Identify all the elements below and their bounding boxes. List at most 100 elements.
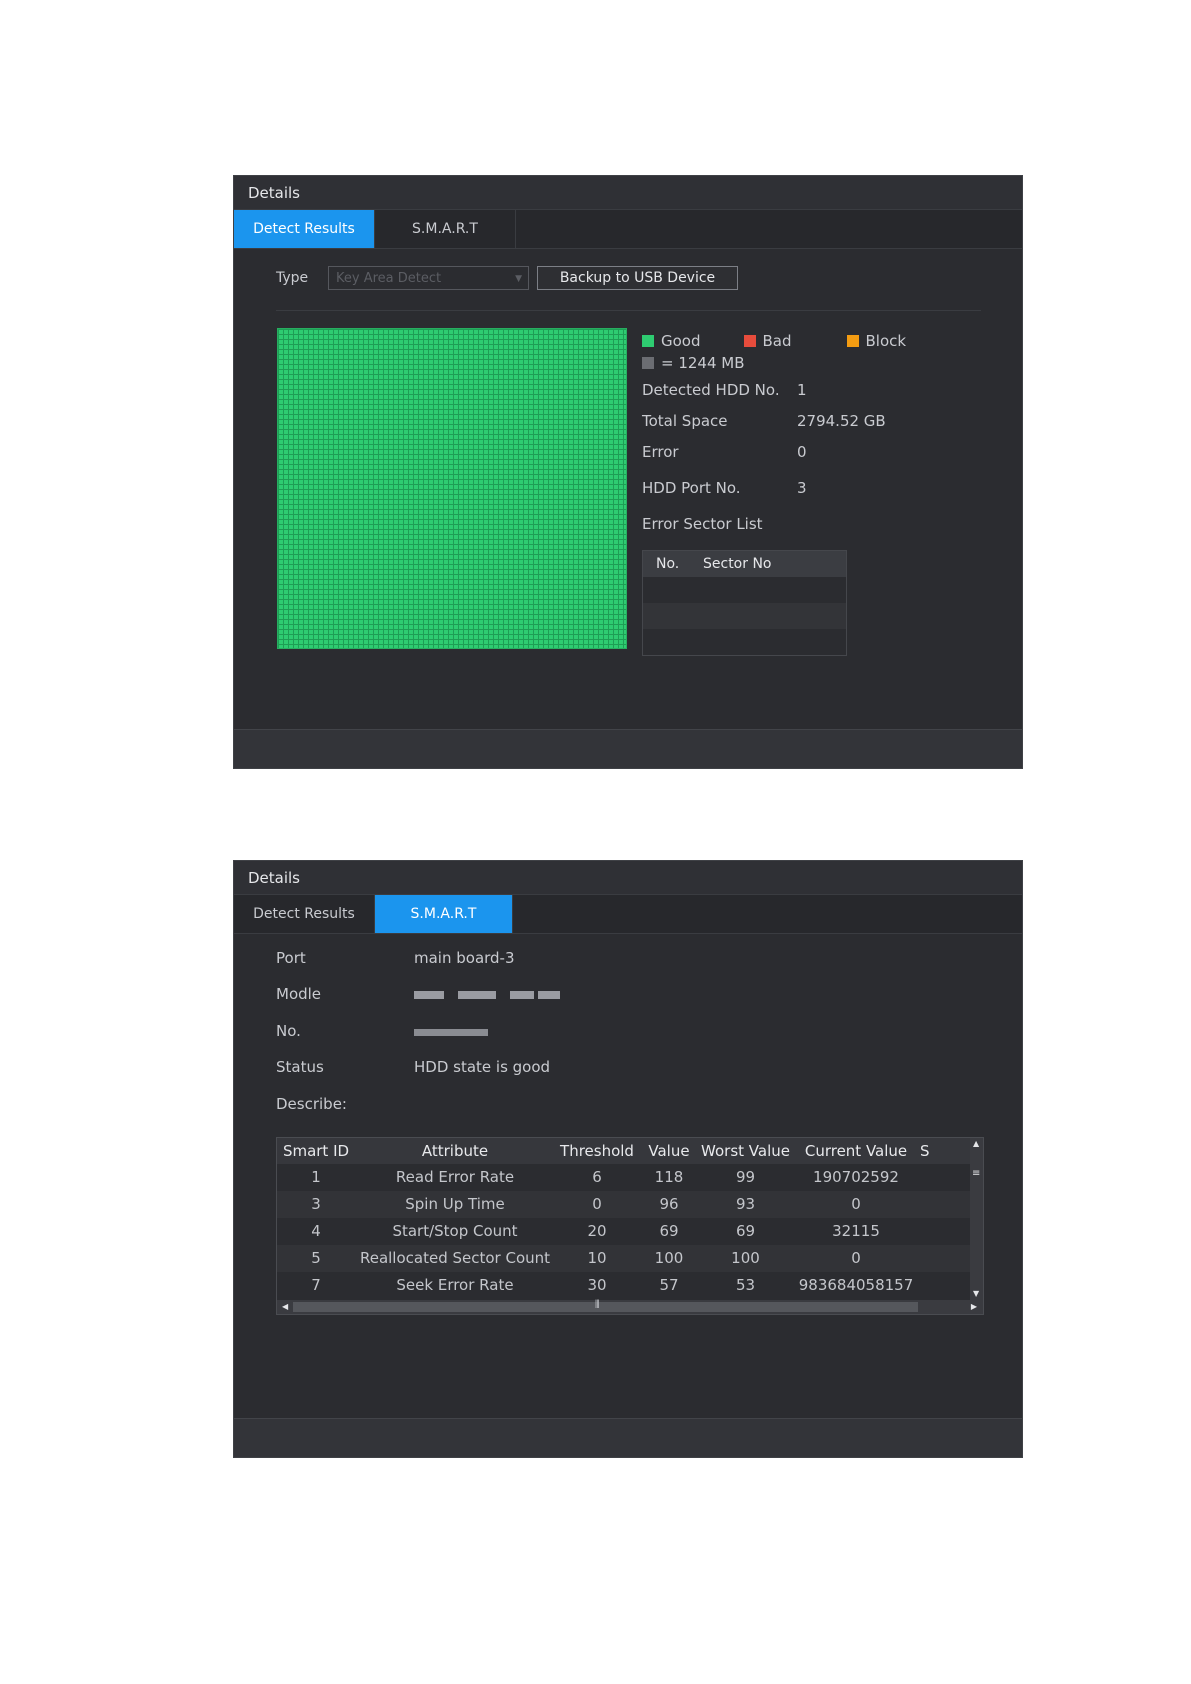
model-label: Modle: [276, 985, 322, 1003]
cell: 96: [659, 1195, 679, 1213]
col-status: S: [920, 1142, 930, 1160]
tab-smart[interactable]: S.M.A.R.T: [375, 210, 516, 248]
cell: Start/Stop Count: [392, 1222, 518, 1240]
legend-good: Good: [661, 332, 701, 350]
cell: 983684058157: [798, 1276, 914, 1294]
scroll-right-icon[interactable]: ▶: [971, 1303, 977, 1311]
smart-table: Smart ID Attribute Threshold Value Worst…: [276, 1137, 984, 1315]
col-smart-id: Smart ID: [282, 1142, 350, 1160]
dialog-title: Details: [234, 861, 1022, 895]
unit-swatch-icon: [642, 357, 654, 369]
status-row: Status HDD state is good: [276, 1058, 550, 1076]
scroll-thumb[interactable]: [293, 1302, 918, 1312]
table-row[interactable]: 5 Reallocated Sector Count 10 100 100 0: [277, 1245, 983, 1272]
info-key: Error: [642, 443, 679, 461]
info-total-space: Total Space 2794.52 GB: [642, 412, 886, 430]
legend-block: Block: [865, 332, 907, 350]
good-swatch-icon: [642, 335, 654, 347]
table-row[interactable]: [643, 577, 846, 603]
tab-detect-results[interactable]: Detect Results: [234, 210, 375, 248]
type-select[interactable]: Key Area Detect ▼: [328, 266, 529, 290]
info-key: HDD Port No.: [642, 479, 741, 497]
table-row[interactable]: [643, 603, 846, 629]
status-label: Status: [276, 1058, 324, 1076]
cell: 5: [311, 1249, 321, 1267]
chevron-down-icon: ▼: [515, 274, 522, 284]
cell: 1: [311, 1168, 321, 1186]
block-swatch-icon: [846, 335, 859, 347]
col-attribute: Attribute: [421, 1142, 489, 1160]
legend-unit: = 1244 MB: [661, 354, 745, 372]
cell: Seek Error Rate: [396, 1276, 514, 1294]
info-hdd-no: Detected HDD No. 1: [642, 381, 807, 399]
cell: 0: [851, 1195, 861, 1213]
status-value: HDD state is good: [414, 1058, 551, 1076]
describe-label: Describe:: [276, 1095, 347, 1113]
cell: Read Error Rate: [395, 1168, 515, 1186]
cell: 10: [587, 1249, 607, 1267]
table-header: No. Sector No: [643, 551, 846, 577]
scroll-thumb-grip-icon[interactable]: ≡: [972, 1169, 980, 1179]
table-header: Smart ID Attribute Threshold Value Worst…: [277, 1138, 983, 1164]
model-row: Modle: [276, 985, 574, 1003]
table-row[interactable]: 1 Read Error Rate 6 118 99 190702592: [277, 1164, 983, 1191]
table-row[interactable]: 7 Seek Error Rate 30 57 53 983684058157: [277, 1272, 983, 1299]
cell: 118: [654, 1168, 684, 1186]
tab-smart[interactable]: S.M.A.R.T: [375, 895, 513, 933]
tab-bar: Detect Results S.M.A.R.T: [234, 895, 1022, 934]
cell: Spin Up Time: [405, 1195, 505, 1213]
table-row[interactable]: 3 Spin Up Time 0 96 93 0: [277, 1191, 983, 1218]
type-label: Type: [276, 270, 309, 286]
horizontal-scrollbar[interactable]: ◀ ⫴ ▶: [277, 1299, 983, 1314]
describe-row: Describe:: [276, 1095, 414, 1113]
cell: 100: [654, 1249, 684, 1267]
cell: 7: [311, 1276, 321, 1294]
scroll-up-icon[interactable]: ▲: [973, 1140, 979, 1148]
info-error: Error 0: [642, 443, 807, 461]
col-worst-value: Worst Value: [701, 1142, 790, 1160]
info-value: 3: [797, 479, 807, 497]
info-value: 2794.52 GB: [797, 412, 886, 430]
info-key: Detected HDD No.: [642, 381, 780, 399]
info-port-no: HDD Port No. 3: [642, 479, 807, 497]
serial-label: No.: [276, 1022, 301, 1040]
serial-row: No.: [276, 1022, 502, 1040]
cell: 99: [735, 1168, 756, 1186]
model-value-redacted: [414, 985, 574, 1003]
cell: 100: [731, 1249, 760, 1267]
backup-usb-button[interactable]: Backup to USB Device: [537, 266, 738, 290]
port-row: Port main board-3: [276, 949, 515, 967]
cell: 53: [735, 1276, 756, 1294]
cell: 57: [659, 1276, 679, 1294]
details-dialog-detect: Details Detect Results S.M.A.R.T Type Ke…: [233, 175, 1023, 769]
table-row[interactable]: [643, 629, 846, 655]
port-value: main board-3: [414, 949, 515, 967]
cell: 4: [311, 1222, 321, 1240]
col-no: No.: [656, 556, 680, 572]
dialog-title: Details: [234, 176, 1022, 210]
cell: 0: [851, 1249, 861, 1267]
col-sector-no: Sector No: [703, 556, 772, 572]
error-sector-table: No. Sector No: [642, 550, 847, 656]
scroll-down-icon[interactable]: ▼: [973, 1290, 979, 1298]
cell: 32115: [832, 1222, 880, 1240]
scroll-left-icon[interactable]: ◀: [282, 1303, 288, 1311]
cell: 3: [311, 1195, 321, 1213]
cell: 6: [592, 1168, 602, 1186]
scroll-grip-icon[interactable]: ⫴: [595, 1299, 600, 1310]
bad-swatch-icon: [743, 335, 756, 347]
col-threshold: Threshold: [560, 1142, 634, 1160]
cell: Reallocated Sector Count: [359, 1249, 551, 1267]
type-row: Type Key Area Detect ▼ Backup to USB Dev…: [276, 266, 738, 290]
dialog-footer: [234, 1418, 1022, 1457]
tab-detect-results[interactable]: Detect Results: [234, 895, 375, 933]
type-select-value: Key Area Detect: [336, 271, 442, 286]
vertical-scrollbar[interactable]: ▲ ≡ ▼: [970, 1138, 983, 1301]
error-sector-list-label: Error Sector List: [642, 515, 763, 533]
table-row[interactable]: 4 Start/Stop Count 20 69 69 32115: [277, 1218, 983, 1245]
info-key: Total Space: [642, 412, 728, 430]
cell: 69: [659, 1222, 679, 1240]
col-current-value: Current Value: [804, 1142, 908, 1160]
cell: 93: [735, 1195, 756, 1213]
info-value: 1: [797, 381, 807, 399]
